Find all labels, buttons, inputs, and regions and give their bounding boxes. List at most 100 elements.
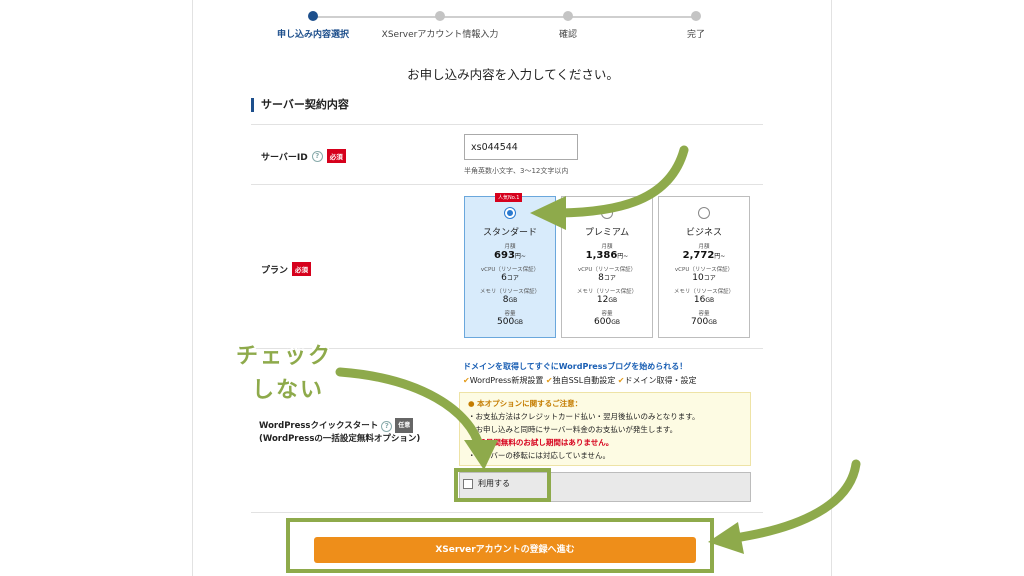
mem-label: メモリ（リソース保証） <box>479 289 541 295</box>
vcpu-num: 10 <box>692 273 704 283</box>
disk-label: 容量 <box>698 311 710 317</box>
mem-num: 16 <box>693 295 706 305</box>
mem-unit: GB <box>608 297 618 304</box>
mem-value: 12GB <box>562 295 652 305</box>
plan-price: 693円~ <box>465 250 555 261</box>
annotation-line1: チェック <box>236 344 333 369</box>
disk-num: 500 <box>497 317 515 327</box>
mem-num: 12 <box>596 295 609 305</box>
notice-line: ・お申し込みと同時にサーバー料金のお支払いが発生します。 <box>468 425 678 434</box>
disk-unit: GB <box>708 319 717 326</box>
step-dot <box>435 11 445 21</box>
quickstart-promo: ドメインを取得してすぐにWordPressブログを始められる！ <box>463 362 688 371</box>
plan-price: 2,772円~ <box>659 250 749 261</box>
step-label: 申し込み内容選択 <box>276 30 349 40</box>
price-value: 1,386 <box>585 250 618 261</box>
plan-radio[interactable] <box>601 207 613 219</box>
progress-stepper: 申し込み内容選択 XServerアカウント情報入力 確認 完了 <box>193 8 833 48</box>
plan-label-text: プラン <box>261 265 289 276</box>
disk-value: 700GB <box>659 317 749 327</box>
step-1: 申し込み内容選択 <box>243 11 383 40</box>
vcpu-label: vCPU（リソース保証） <box>577 267 637 273</box>
server-id-label-text: サーバーID <box>261 152 308 163</box>
step-4: 完了 <box>626 11 766 40</box>
vcpu-value: 8コア <box>562 273 652 283</box>
step-label: 完了 <box>686 30 705 40</box>
optional-badge: 任意 <box>395 418 414 433</box>
notice-text: お申し込みと同時にサーバー料金のお支払いが発生します。 <box>475 425 678 434</box>
price-value: 2,772 <box>682 250 715 261</box>
plan-label: プラン 必須 <box>261 262 312 276</box>
page-lead: お申し込み内容を入力してください。 <box>407 67 619 82</box>
notice-line: ・お支払方法はクレジットカード払い・翌月後払いのみとなります。 <box>468 412 700 421</box>
mem-label: メモリ（リソース保証） <box>576 289 638 295</box>
price-value: 693 <box>494 250 515 261</box>
mem-value: 16GB <box>659 295 749 305</box>
mem-unit: GB <box>508 297 518 304</box>
mem-unit: GB <box>705 297 715 304</box>
plan-name: ビジネス <box>685 228 722 238</box>
step-2: XServerアカウント情報入力 <box>370 11 510 40</box>
notice-text: お支払方法はクレジットカード払い・翌月後払いのみとなります。 <box>475 412 700 421</box>
disk-unit: GB <box>514 319 523 326</box>
server-id-input[interactable]: xs044544 <box>464 134 578 160</box>
section-title: サーバー契約内容 <box>251 98 349 112</box>
option-notice: ● 本オプションに関するご注意： ・お支払方法はクレジットカード払い・翌月後払い… <box>459 392 751 466</box>
notice-heading-text: 本オプションに関するご注意： <box>477 399 583 408</box>
disk-unit: GB <box>611 319 620 326</box>
step-3: 確認 <box>498 11 638 40</box>
server-id-label: サーバーID ? 必須 <box>261 149 346 163</box>
notice-line: ・サーバーの移転には対応していません。 <box>468 451 610 460</box>
popular-badge: 人気No.1 <box>495 193 523 202</box>
price-suffix: 円~ <box>514 253 526 260</box>
step-dot <box>563 11 573 21</box>
notice-line: ・10日間無料のお試し期間はありません。 <box>468 438 614 447</box>
help-icon[interactable]: ? <box>381 421 393 432</box>
divider <box>251 184 763 185</box>
step-label: XServerアカウント情報入力 <box>381 30 499 40</box>
vcpu-label: vCPU（リソース保証） <box>480 267 540 273</box>
plan-card-business[interactable]: ビジネス 月額 2,772円~ vCPU（リソース保証） 10コア メモリ（リソ… <box>658 196 750 338</box>
step-dot <box>691 11 701 21</box>
help-icon[interactable]: ? <box>311 150 323 162</box>
monthly-label: 月額 <box>698 244 710 250</box>
vcpu-label: vCPU（リソース保証） <box>674 267 734 273</box>
step-dot <box>308 11 318 21</box>
price-suffix: 円~ <box>714 253 726 260</box>
plan-name: プレミアム <box>584 228 630 238</box>
plan-radio[interactable] <box>698 207 710 219</box>
vcpu-value: 6コア <box>465 273 555 283</box>
check-icon: ✔ <box>463 376 470 385</box>
disk-value: 600GB <box>562 317 652 327</box>
highlight-box-submit <box>286 518 714 573</box>
disk-label: 容量 <box>504 311 516 317</box>
annotation-line2: しない <box>252 378 325 403</box>
vcpu-value: 10コア <box>659 273 749 283</box>
quickstart-label-line2: (WordPressの一括設定無料オプション) <box>259 434 421 444</box>
disk-num: 600 <box>594 317 612 327</box>
quickstart-label-line1: WordPressクイックスタート <box>259 421 379 431</box>
check-icon: ✔ <box>545 376 553 385</box>
plan-card-premium[interactable]: プレミアム 月額 1,386円~ vCPU（リソース保証） 8コア メモリ（リソ… <box>561 196 653 338</box>
required-badge: 必須 <box>292 262 312 276</box>
plan-name: スタンダード <box>482 228 537 238</box>
price-suffix: 円~ <box>617 253 629 260</box>
plan-radio[interactable] <box>504 207 516 219</box>
quickstart-features: ✔WordPress新規設置 ✔独自SSL自動設定 ✔ドメイン取得・設定 <box>463 375 696 386</box>
quickstart-label: WordPressクイックスタート ? 任意 (WordPressの一括設定無料… <box>259 418 420 446</box>
warning-icon: ● <box>468 399 475 408</box>
disk-num: 700 <box>691 317 709 327</box>
divider <box>251 512 763 513</box>
notice-heading: ● 本オプションに関するご注意： <box>468 397 742 410</box>
feature-item: ドメイン取得・設定 <box>624 376 697 385</box>
feature-item: 独自SSL自動設定 <box>552 376 616 385</box>
vcpu-unit: コア <box>703 275 716 282</box>
mem-label: メモリ（リソース保証） <box>673 289 735 295</box>
vcpu-unit: コア <box>603 275 616 282</box>
step-label: 確認 <box>558 30 577 40</box>
highlight-box-checkbox <box>454 468 551 502</box>
notice-text: 10日間無料のお試し期間はありません。 <box>475 438 614 447</box>
feature-item: WordPress新規設置 <box>469 376 544 385</box>
required-badge: 必須 <box>326 149 346 163</box>
plan-card-standard[interactable]: 人気No.1 スタンダード 月額 693円~ vCPU（リソース保証） 6コア … <box>464 193 556 338</box>
